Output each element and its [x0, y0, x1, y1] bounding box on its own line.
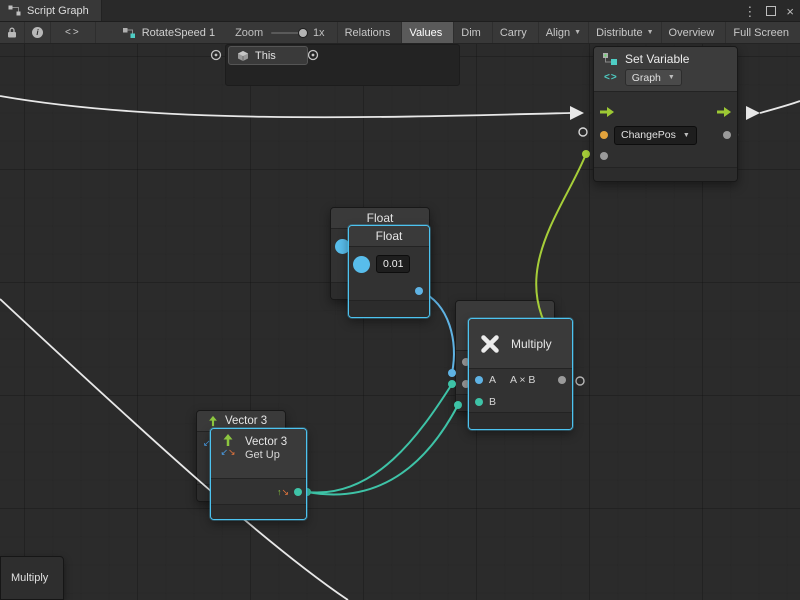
toolbar-button-dim[interactable]: Dim [454, 22, 493, 43]
connection-arrow-right [746, 106, 760, 120]
variable-icon [602, 52, 618, 66]
zoom-label: Zoom [235, 22, 263, 43]
scope-dropdown[interactable]: Graph ▼ [625, 69, 682, 86]
variable-port[interactable] [600, 131, 608, 139]
tab-script-graph[interactable]: Script Graph [0, 0, 102, 21]
toolbar-button-relations[interactable]: Relations [338, 22, 403, 43]
code-icon: <> [65, 27, 81, 38]
chevron-down-icon: ▼ [668, 74, 675, 81]
close-icon[interactable]: × [786, 5, 794, 18]
node-title: Multiply [11, 572, 48, 584]
float-node[interactable]: Float 0.01 [348, 225, 430, 318]
input-port-a[interactable] [475, 376, 483, 384]
graph-scope-icon: <> [604, 72, 618, 83]
output-port-result[interactable] [558, 376, 566, 384]
node-title: Multiply [511, 337, 552, 351]
graph-name: RotateSpeed 1 [142, 27, 215, 39]
cube-icon [237, 50, 249, 62]
value-input-port[interactable] [600, 152, 608, 160]
wire-endpoint [582, 150, 590, 158]
menu-icon[interactable]: ⋮ [743, 5, 756, 18]
lock-icon [7, 27, 17, 38]
wire-teal-b [307, 405, 458, 494]
maximize-icon[interactable] [766, 6, 776, 16]
toolbar-button-fullscreen[interactable]: Full Screen [726, 22, 800, 43]
float-value-input[interactable]: 0.01 [376, 255, 410, 273]
lock-button[interactable] [0, 22, 25, 43]
chevron-down-icon: ▼ [574, 29, 581, 36]
tab-title: Script Graph [27, 5, 89, 17]
float-output-port[interactable] [415, 287, 423, 295]
float-icon [353, 256, 370, 273]
vector3-output-port[interactable] [294, 488, 302, 496]
node-title: Float [376, 229, 403, 243]
variable-dropdown[interactable]: ChangePos ▼ [614, 126, 697, 145]
vector3-type-icon: ↙↘ [220, 448, 235, 457]
node-title: Vector 3 [245, 436, 287, 448]
toolbar-button-align[interactable]: Align▼ [539, 22, 589, 43]
this-node[interactable]: This [228, 46, 308, 65]
zoom-value: 1x [313, 22, 325, 43]
chevron-down-icon: ▼ [647, 29, 654, 36]
this-node-label: This [255, 50, 276, 62]
toolbar-buttons: Relations Values Dim Carry Align▼ Distri… [337, 22, 800, 43]
info-icon: i [32, 27, 43, 38]
chevron-down-icon: ▼ [683, 132, 690, 139]
wire-white-top [0, 96, 570, 117]
code-preview-button[interactable]: <> [51, 22, 96, 43]
graph-toolbar: i <> RotateSpeed 1 Zoom 1x Relations Val… [0, 22, 800, 44]
window-controls: ⋮ × [743, 0, 794, 22]
node-title: Set Variable [625, 52, 689, 66]
wire-white-top-right [760, 101, 800, 113]
script-graph-icon [8, 5, 21, 16]
node-title: Float [367, 211, 394, 225]
multiply-node[interactable]: Multiply A A × B B [468, 318, 573, 430]
graph-breadcrumb[interactable]: RotateSpeed 1 [122, 22, 215, 43]
multiply-icon [479, 333, 501, 355]
wire-teal-a [307, 384, 452, 493]
input-port-b[interactable] [475, 398, 483, 406]
multiply-output-ring [576, 377, 584, 385]
graph-icon [122, 27, 136, 39]
vector3-get-up-node[interactable]: ↙↘ Vector 3 Get Up ↑↘ [210, 428, 307, 520]
info-button[interactable]: i [25, 22, 51, 43]
vector3-output-icon: ↑↘ [277, 488, 289, 497]
titlebar: Script Graph ⋮ × [0, 0, 800, 22]
setvar-port-ring [579, 128, 587, 136]
node-subtitle: Get Up [245, 449, 287, 461]
set-variable-node[interactable]: Set Variable <> Graph ▼ [593, 46, 738, 182]
control-output-arrow[interactable] [716, 106, 732, 118]
toolbar-button-values[interactable]: Values [402, 22, 454, 43]
node-title: Vector 3 [225, 415, 267, 427]
up-arrow-icon [221, 433, 235, 447]
connection-arrow-left [570, 106, 584, 120]
toolbar-button-distribute[interactable]: Distribute▼ [589, 22, 661, 43]
zoom-slider[interactable] [271, 22, 305, 44]
control-input-arrow[interactable] [599, 106, 615, 118]
toolbar-button-overview[interactable]: Overview [662, 22, 727, 43]
toolbar-button-carry[interactable]: Carry [493, 22, 539, 43]
value-output-port[interactable] [723, 131, 731, 139]
this-input-ring [212, 51, 221, 60]
zoom-slider-handle[interactable] [298, 28, 308, 38]
graph-canvas[interactable]: Float Vector 3 ↙↘ [0, 44, 800, 600]
up-arrow-icon [207, 415, 219, 427]
partial-multiply-node[interactable]: Multiply [0, 556, 64, 600]
